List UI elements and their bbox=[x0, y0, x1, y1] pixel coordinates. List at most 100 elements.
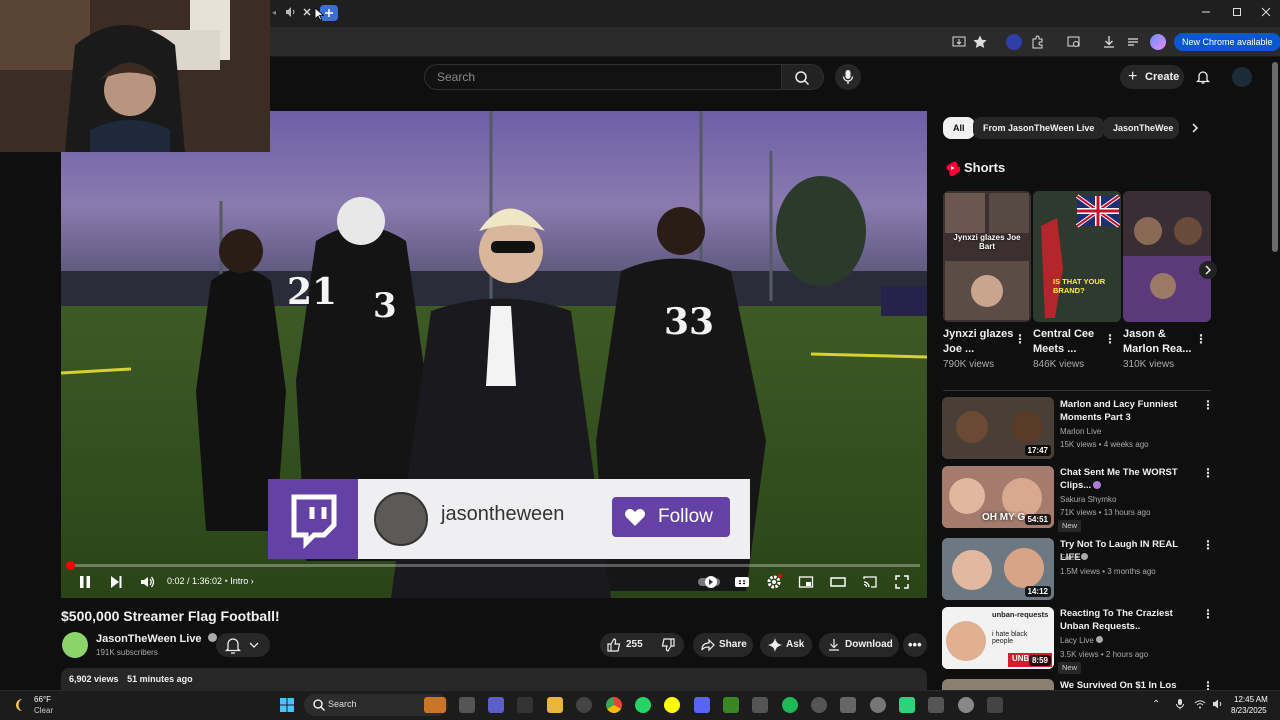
share-button[interactable]: Share bbox=[693, 633, 753, 657]
steam-icon[interactable] bbox=[576, 697, 592, 713]
video-title[interactable]: Chat Sent Me The WORST Clips... bbox=[1060, 466, 1200, 492]
tab-audio-icon[interactable] bbox=[285, 6, 297, 18]
create-button[interactable]: + Create bbox=[1120, 65, 1184, 89]
steam-client-icon[interactable] bbox=[811, 697, 827, 713]
app-icon[interactable] bbox=[987, 697, 1003, 713]
twitch-follow-button[interactable]: Follow bbox=[612, 497, 730, 537]
dislike-button[interactable] bbox=[654, 633, 684, 657]
short-thumbnail[interactable] bbox=[1123, 191, 1211, 322]
miniplayer-icon[interactable] bbox=[798, 574, 814, 590]
download-button[interactable]: Download bbox=[819, 633, 899, 657]
short-title[interactable]: Jynxzi glazes Joe ... bbox=[943, 327, 1019, 357]
cast-icon[interactable] bbox=[862, 574, 878, 590]
epic-games-icon[interactable] bbox=[517, 697, 533, 713]
channel-name[interactable]: JasonTheWeen Live bbox=[96, 633, 217, 645]
video-menu-icon[interactable]: ⋮ bbox=[1202, 466, 1214, 480]
ask-button[interactable]: Ask bbox=[760, 633, 812, 657]
file-explorer-icon[interactable] bbox=[547, 697, 563, 713]
fullscreen-icon[interactable] bbox=[894, 574, 910, 590]
video-progress-bar[interactable] bbox=[69, 564, 920, 567]
pause-icon[interactable] bbox=[77, 574, 93, 590]
autoplay-toggle[interactable] bbox=[697, 574, 721, 590]
description-box[interactable]: 6,902 views 51 minutes ago bbox=[61, 668, 927, 692]
install-app-icon[interactable] bbox=[951, 34, 967, 50]
next-video-icon[interactable] bbox=[108, 574, 124, 590]
search-input[interactable]: Search bbox=[424, 64, 782, 90]
settings-gear-icon[interactable] bbox=[766, 574, 782, 590]
discord-icon[interactable] bbox=[694, 697, 710, 713]
short-title[interactable]: Jason & Marlon Rea... bbox=[1123, 327, 1199, 357]
short-title[interactable]: Central Cee Meets ... bbox=[1033, 327, 1109, 357]
chip-channel[interactable]: JasonTheWee bbox=[1103, 117, 1179, 139]
video-title[interactable]: Reacting To The Craziest Unban Requests.… bbox=[1060, 607, 1200, 633]
theater-mode-icon[interactable] bbox=[830, 574, 846, 590]
wifi-icon[interactable] bbox=[1194, 698, 1206, 710]
progress-scrubber[interactable] bbox=[66, 561, 75, 570]
video-thumbnail[interactable]: 17:47 bbox=[942, 397, 1054, 459]
voice-search-mic-icon[interactable] bbox=[835, 64, 861, 90]
notifications-bell-icon[interactable] bbox=[1195, 69, 1211, 85]
chip-from-channel[interactable]: From JasonTheWeen Live bbox=[973, 117, 1105, 139]
snapchat-icon[interactable] bbox=[664, 697, 680, 713]
tab-close-icon[interactable] bbox=[301, 6, 313, 18]
page-scrollbar-thumb[interactable] bbox=[1272, 62, 1278, 252]
short-thumbnail[interactable]: IS THAT YOUR BRAND? bbox=[1033, 191, 1121, 322]
short-menu-icon[interactable]: ⋮ bbox=[1104, 332, 1116, 346]
app-icon[interactable] bbox=[899, 697, 915, 713]
tray-overflow-icon[interactable]: ⌃ bbox=[1152, 699, 1160, 710]
reading-list-icon[interactable] bbox=[1125, 34, 1141, 50]
chip-all[interactable]: All bbox=[943, 117, 975, 139]
spotify-icon[interactable] bbox=[782, 697, 798, 713]
settings-icon[interactable] bbox=[958, 697, 974, 713]
speaker-icon[interactable] bbox=[1212, 698, 1224, 710]
windows-start-icon[interactable] bbox=[279, 697, 295, 713]
video-channel[interactable]: Marlon Live bbox=[1060, 427, 1101, 436]
short-menu-icon[interactable]: ⋮ bbox=[1195, 332, 1207, 346]
window-close-icon[interactable] bbox=[1260, 6, 1272, 18]
profile-avatar[interactable] bbox=[1150, 34, 1166, 50]
extensions-puzzle-icon[interactable] bbox=[1030, 34, 1046, 50]
mic-tray-icon[interactable] bbox=[1174, 698, 1186, 710]
subscription-bell-button[interactable] bbox=[216, 633, 270, 657]
video-menu-icon[interactable]: ⋮ bbox=[1202, 607, 1214, 621]
app-icon[interactable] bbox=[840, 697, 856, 713]
minecraft-icon[interactable] bbox=[723, 697, 739, 713]
app-icon[interactable] bbox=[928, 697, 944, 713]
clock-time[interactable]: 12:45 AM bbox=[1234, 695, 1268, 704]
volume-icon[interactable] bbox=[139, 574, 155, 590]
video-channel[interactable]: Sakura Shymko bbox=[1060, 495, 1116, 504]
video-thumbnail[interactable] bbox=[942, 679, 1054, 690]
short-menu-icon[interactable]: ⋮ bbox=[1014, 332, 1026, 346]
video-thumbnail[interactable]: unban-requests i hate black people UNBAN… bbox=[942, 607, 1054, 669]
minimize-icon[interactable] bbox=[1200, 6, 1212, 18]
chapter-label[interactable]: Intro bbox=[230, 576, 248, 586]
weather-moon-icon[interactable] bbox=[12, 697, 28, 713]
extension-icon[interactable] bbox=[1006, 34, 1022, 50]
video-channel[interactable]: Lacy Live bbox=[1060, 636, 1104, 645]
video-channel[interactable]: FaZe bbox=[1060, 553, 1088, 562]
account-avatar[interactable] bbox=[1232, 67, 1252, 87]
chevron-right-icon[interactable] bbox=[1188, 121, 1202, 135]
download-icon[interactable] bbox=[1101, 34, 1117, 50]
video-menu-icon[interactable]: ⋮ bbox=[1202, 398, 1214, 412]
obs-icon[interactable] bbox=[870, 697, 886, 713]
bookmark-star-icon[interactable] bbox=[972, 34, 988, 50]
app-icon[interactable] bbox=[752, 697, 768, 713]
weather-temp[interactable]: 66°F bbox=[34, 695, 51, 704]
channel-avatar[interactable] bbox=[62, 632, 88, 658]
teams-icon[interactable] bbox=[488, 697, 504, 713]
more-actions-button[interactable]: ••• bbox=[903, 633, 927, 657]
short-thumbnail[interactable]: Jynxzi glazes Joe Bart bbox=[943, 191, 1031, 322]
video-thumbnail[interactable]: OH MY G 54:51 bbox=[942, 466, 1054, 528]
maximize-icon[interactable] bbox=[1231, 6, 1243, 18]
captions-icon[interactable] bbox=[734, 574, 750, 590]
new-chrome-available-button[interactable]: New Chrome available bbox=[1174, 33, 1280, 51]
whatsapp-icon[interactable] bbox=[635, 697, 651, 713]
video-menu-icon[interactable]: ⋮ bbox=[1202, 538, 1214, 552]
shorts-next-icon[interactable] bbox=[1199, 261, 1217, 279]
task-view-icon[interactable] bbox=[459, 697, 475, 713]
video-title[interactable]: Marlon and Lacy Funniest Moments Part 3 bbox=[1060, 398, 1200, 424]
chrome-icon[interactable] bbox=[606, 697, 622, 713]
search-button[interactable] bbox=[782, 64, 824, 90]
video-thumbnail[interactable]: 14:12 bbox=[942, 538, 1054, 600]
